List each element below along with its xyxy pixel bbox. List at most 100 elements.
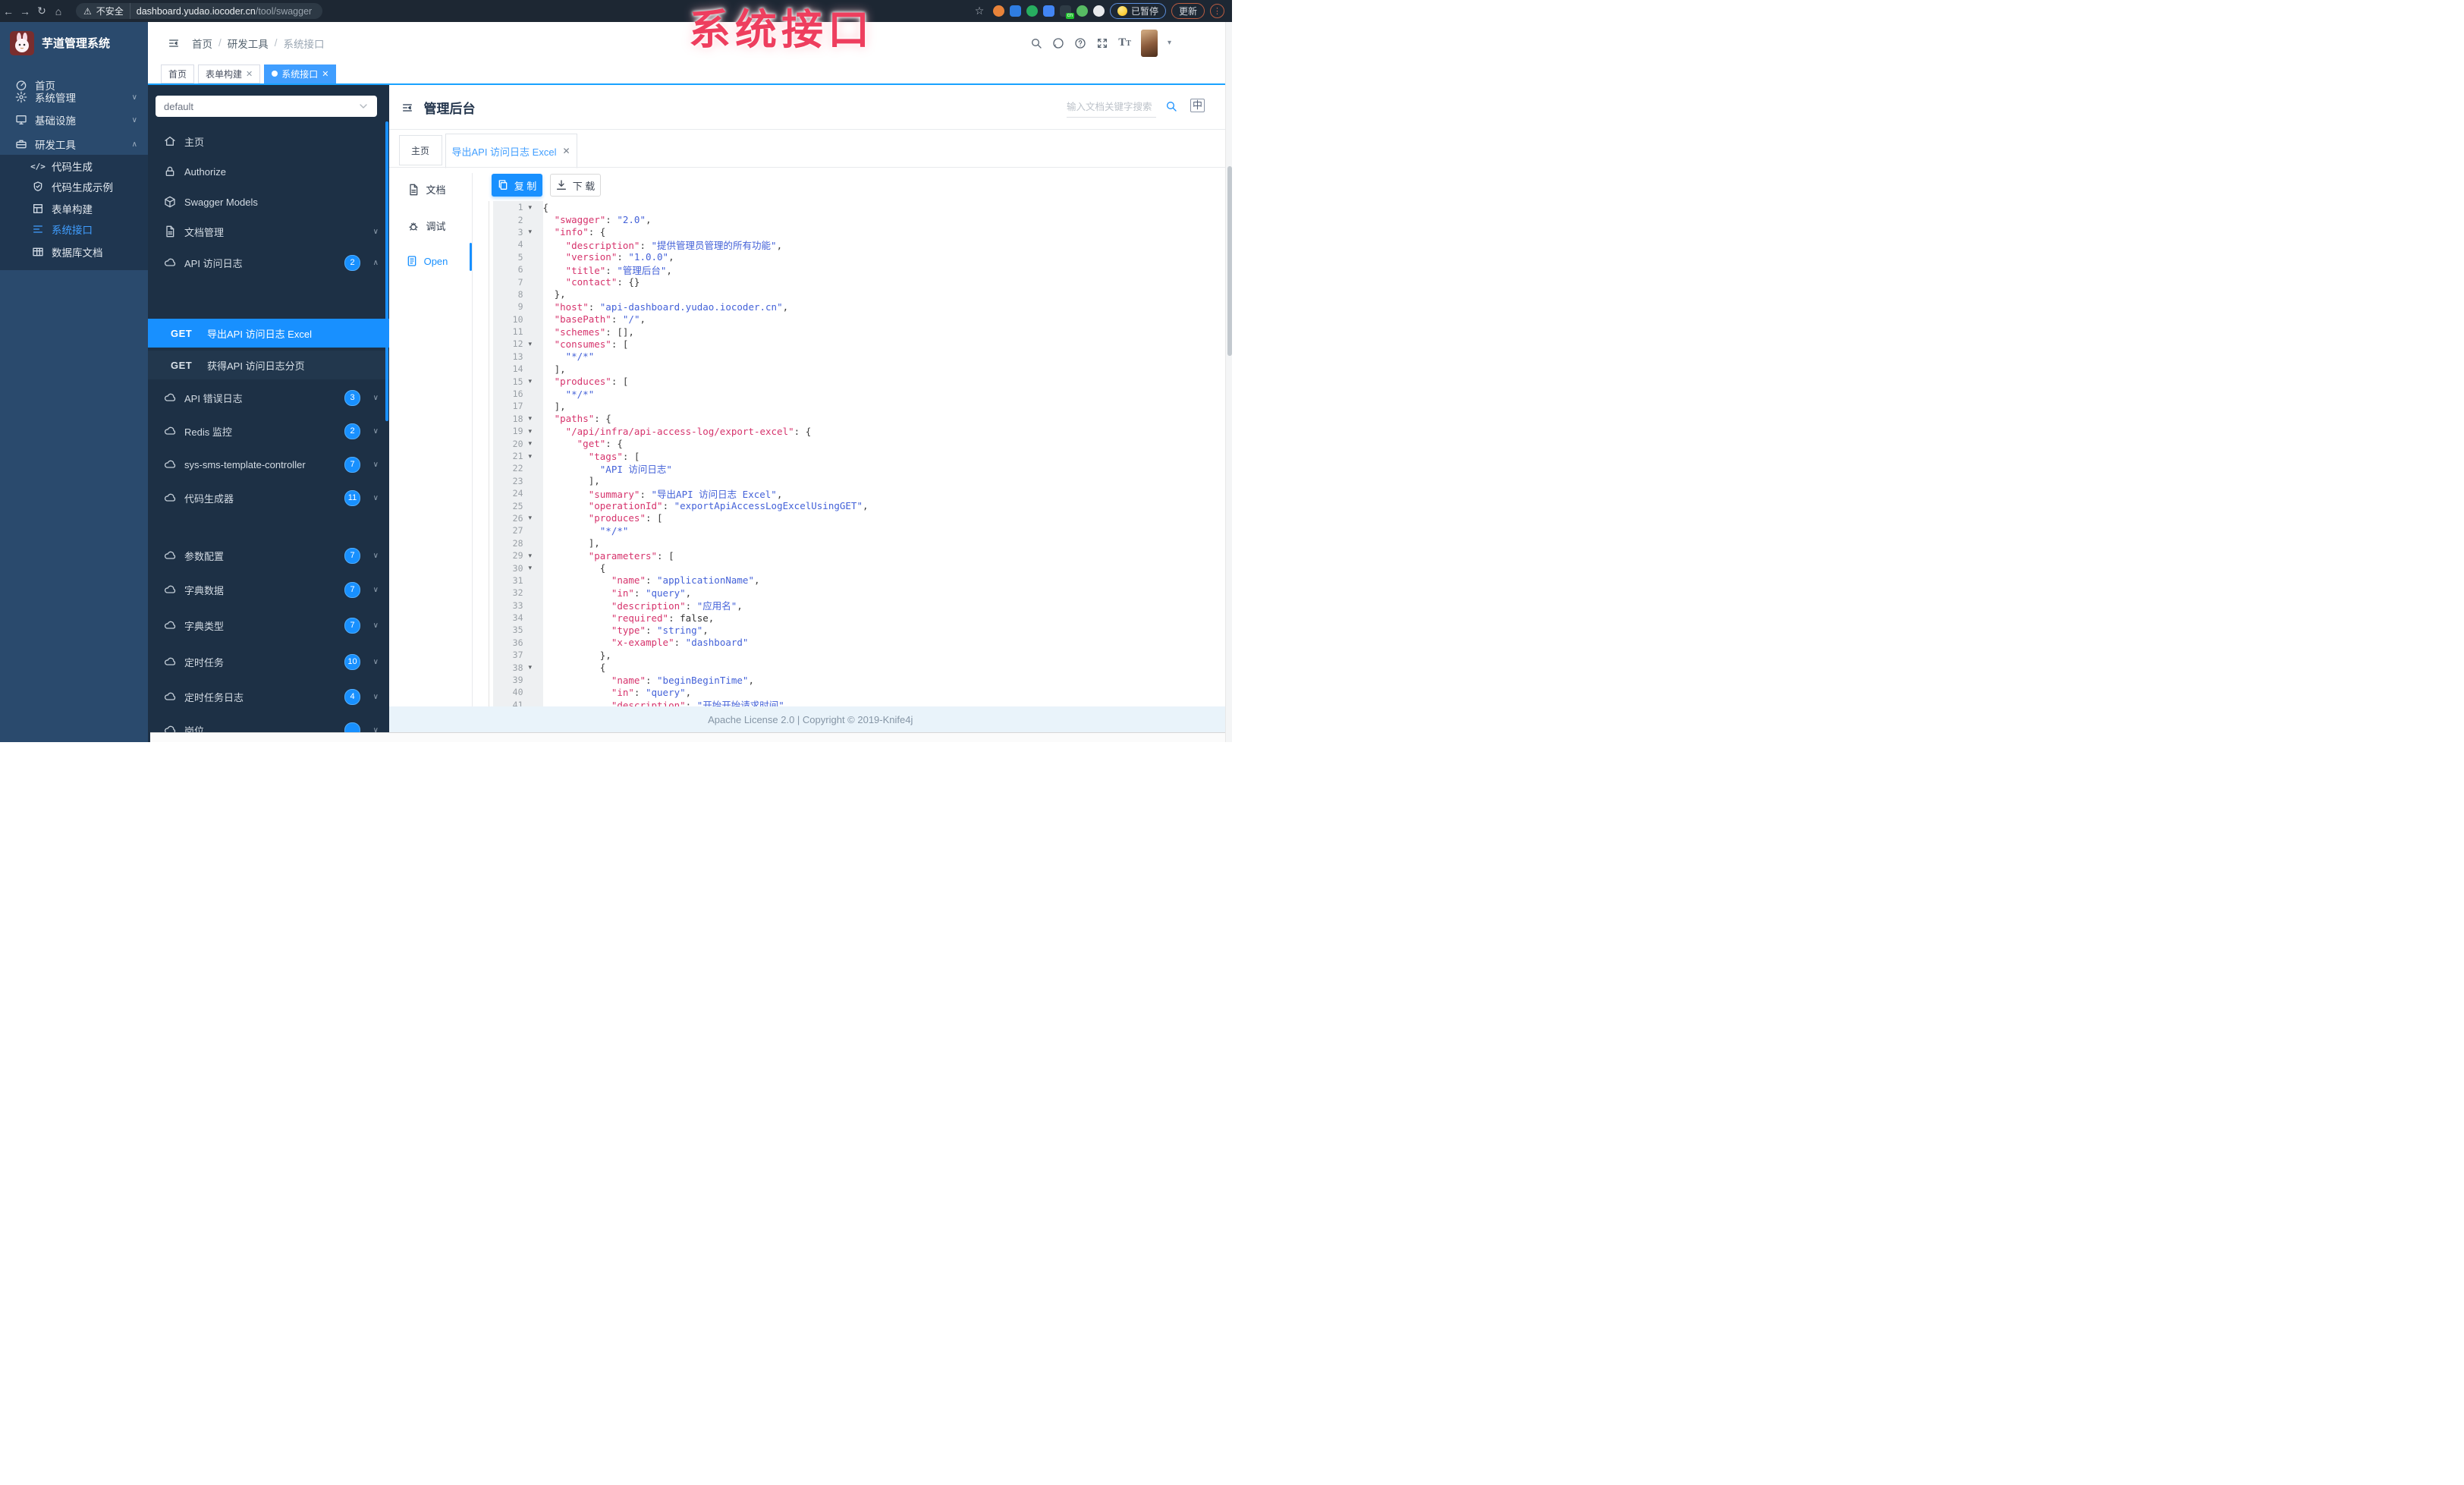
- update-button[interactable]: 更新: [1171, 3, 1205, 19]
- count-badge: 11: [344, 489, 360, 506]
- page-scrollbar[interactable]: [1225, 22, 1232, 742]
- api-group-Redis 监控[interactable]: Redis 监控 2 ∨: [148, 419, 389, 443]
- breadcrumb-item[interactable]: 首页: [192, 36, 212, 51]
- fullscreen-icon[interactable]: [1096, 37, 1108, 49]
- api-group-select[interactable]: default: [156, 96, 377, 117]
- api-group-定时任务日志[interactable]: 定时任务日志 4 ∨: [148, 684, 389, 709]
- fold-arrow-icon[interactable]: ▾: [529, 552, 543, 560]
- fold-arrow-icon[interactable]: ▾: [529, 564, 543, 572]
- forward-icon[interactable]: →: [17, 3, 33, 20]
- fold-arrow-icon[interactable]: ▾: [529, 439, 543, 448]
- swagger-item-主页[interactable]: 主页: [148, 129, 389, 153]
- api-group-参数配置[interactable]: 参数配置 7 ∨: [148, 543, 389, 568]
- line-number: 16: [512, 389, 523, 400]
- doc-nav-Open[interactable]: Open: [389, 255, 465, 267]
- tag-label: 表单构建: [206, 68, 243, 80]
- copy-button[interactable]: 复 制: [491, 174, 542, 197]
- fold-arrow-icon[interactable]: ▾: [529, 203, 543, 212]
- reload-icon[interactable]: ↻: [33, 3, 50, 20]
- sidebar-subitem-系统接口[interactable]: 系统接口: [0, 218, 148, 241]
- browser-menu-icon[interactable]: ⋮: [1210, 4, 1224, 18]
- horizontal-scrollbar-track[interactable]: [150, 732, 1232, 742]
- fold-arrow-icon[interactable]: ▾: [529, 377, 543, 385]
- sidebar-item-系统管理[interactable]: 系统管理 ∨: [0, 86, 148, 109]
- github-icon[interactable]: [1052, 37, 1064, 49]
- tag-系统接口[interactable]: 系统接口 ✕: [264, 64, 337, 83]
- fold-arrow-icon[interactable]: ▾: [529, 663, 543, 672]
- fold-arrow-icon[interactable]: ▾: [529, 427, 543, 436]
- avatar-caret-icon[interactable]: ▾: [1168, 39, 1171, 47]
- fold-arrow-icon[interactable]: ▾: [529, 228, 543, 236]
- page-scrollbar-thumb[interactable]: [1227, 166, 1232, 356]
- help-icon[interactable]: [1074, 37, 1086, 49]
- ext-green-circle[interactable]: [1026, 5, 1038, 17]
- sidebar-subitem-表单构建[interactable]: 表单构建: [0, 197, 148, 220]
- api-group-API 错误日志[interactable]: API 错误日志 3 ∨: [148, 385, 389, 410]
- line-number: 11: [512, 326, 523, 338]
- sidebar-subitem-label: 表单构建: [52, 204, 93, 216]
- sidebar-scrollbar-thumb[interactable]: [385, 121, 388, 421]
- tab-export-api-log[interactable]: 导出API 访问日志 Excel ✕: [445, 134, 577, 168]
- chevron-down-icon: ∨: [131, 115, 137, 124]
- address-bar[interactable]: dashboard.yudao.iocoder.cn/tool/swagger: [129, 3, 323, 19]
- swagger-item-文档管理[interactable]: 文档管理 ∨: [148, 219, 389, 244]
- doc-search-icon[interactable]: [1165, 100, 1177, 112]
- ext-blue-diamond[interactable]: [1009, 5, 1021, 17]
- back-icon[interactable]: ←: [0, 3, 17, 20]
- api-group-sys-sms-template-controller[interactable]: sys-sms-template-controller 7 ∨: [148, 452, 389, 477]
- doc-nav-调试[interactable]: 调试: [389, 219, 465, 233]
- code-editor[interactable]: 1 ▾{2 "swagger": "2.0", 3 ▾ "info": {4 "des…: [493, 201, 1226, 706]
- ext-orange[interactable]: [992, 5, 1004, 17]
- sidebar-item-基础设施[interactable]: 基础设施 ∨: [0, 109, 148, 131]
- language-toggle[interactable]: 中: [1190, 99, 1205, 112]
- sidebar-subitem-代码生成[interactable]: </> 代码生成: [0, 155, 148, 178]
- doc-collapse-icon[interactable]: [401, 102, 413, 114]
- sidebar-subitem-代码生成示例[interactable]: 代码生成示例: [0, 175, 148, 198]
- close-tab-icon[interactable]: ✕: [562, 146, 570, 156]
- api-group-label: 字典类型: [184, 620, 225, 632]
- swagger-item-API 访问日志[interactable]: API 访问日志 2 ∧: [148, 250, 389, 275]
- close-tag-icon[interactable]: ✕: [322, 69, 328, 79]
- fontsize-icon[interactable]: TT: [1118, 36, 1131, 49]
- code-line: 29 ▾ "parameters": [: [493, 549, 1226, 562]
- user-avatar[interactable]: [1140, 29, 1158, 57]
- bookmark-star-icon[interactable]: ☆: [971, 3, 988, 20]
- download-button[interactable]: 下 载: [549, 174, 601, 197]
- count-badge: 4: [344, 688, 360, 705]
- home-icon[interactable]: ⌂: [50, 3, 67, 20]
- swagger-item-Swagger Models[interactable]: Swagger Models: [148, 190, 389, 214]
- fold-arrow-icon[interactable]: ▾: [529, 452, 543, 461]
- api-group-label: 定时任务: [184, 656, 225, 669]
- swagger-item-Authorize[interactable]: Authorize: [148, 159, 389, 184]
- breadcrumb-item[interactable]: 研发工具: [228, 36, 269, 51]
- fold-arrow-icon[interactable]: ▾: [529, 514, 543, 522]
- fold-arrow-icon[interactable]: ▾: [529, 414, 543, 423]
- paused-extension-button[interactable]: 已暂停: [1109, 3, 1166, 19]
- sidebar-item-研发工具[interactable]: 研发工具 ∧: [0, 133, 148, 156]
- search-icon[interactable]: [1030, 37, 1042, 49]
- tag-首页[interactable]: 首页: [161, 64, 195, 83]
- sidebar-subitem-数据库文档[interactable]: 数据库文档: [0, 241, 148, 263]
- api-group-字典类型[interactable]: 字典类型 7 ∨: [148, 613, 389, 637]
- api-group-字典数据[interactable]: 字典数据 7 ∨: [148, 577, 389, 602]
- doc-nav-文档[interactable]: 文档: [389, 182, 465, 197]
- code-text: "schemes": [],: [554, 326, 634, 338]
- tag-表单构建[interactable]: 表单构建 ✕: [198, 64, 261, 83]
- tab-home[interactable]: 主页: [398, 135, 442, 165]
- close-tag-icon[interactable]: ✕: [246, 69, 253, 79]
- api-endpoint-获得API 访问日志分页[interactable]: GET 获得API 访问日志分页: [148, 351, 389, 379]
- app-logo[interactable]: 芋道管理系统: [0, 22, 148, 64]
- ext-blue-grid[interactable]: [1042, 5, 1054, 17]
- progress-line: [148, 83, 1232, 85]
- breadcrumb-item[interactable]: 系统接口: [284, 36, 325, 51]
- api-group-定时任务[interactable]: 定时任务 10 ∨: [148, 650, 389, 674]
- ext-translate[interactable]: cn: [1059, 5, 1074, 19]
- api-group-代码生成器[interactable]: 代码生成器 11 ∨: [148, 486, 389, 510]
- ext-green-leaf[interactable]: [1076, 5, 1088, 17]
- security-chip[interactable]: ⚠ 不安全: [76, 3, 130, 19]
- sidebar-collapse-icon[interactable]: [168, 37, 180, 49]
- api-endpoint-导出API 访问日志 Excel[interactable]: GET 导出API 访问日志 Excel: [148, 319, 389, 348]
- ext-white-flower[interactable]: [1092, 5, 1105, 17]
- doc-search-input[interactable]: 输入文档关键字搜索: [1067, 99, 1156, 118]
- fold-arrow-icon[interactable]: ▾: [529, 340, 543, 348]
